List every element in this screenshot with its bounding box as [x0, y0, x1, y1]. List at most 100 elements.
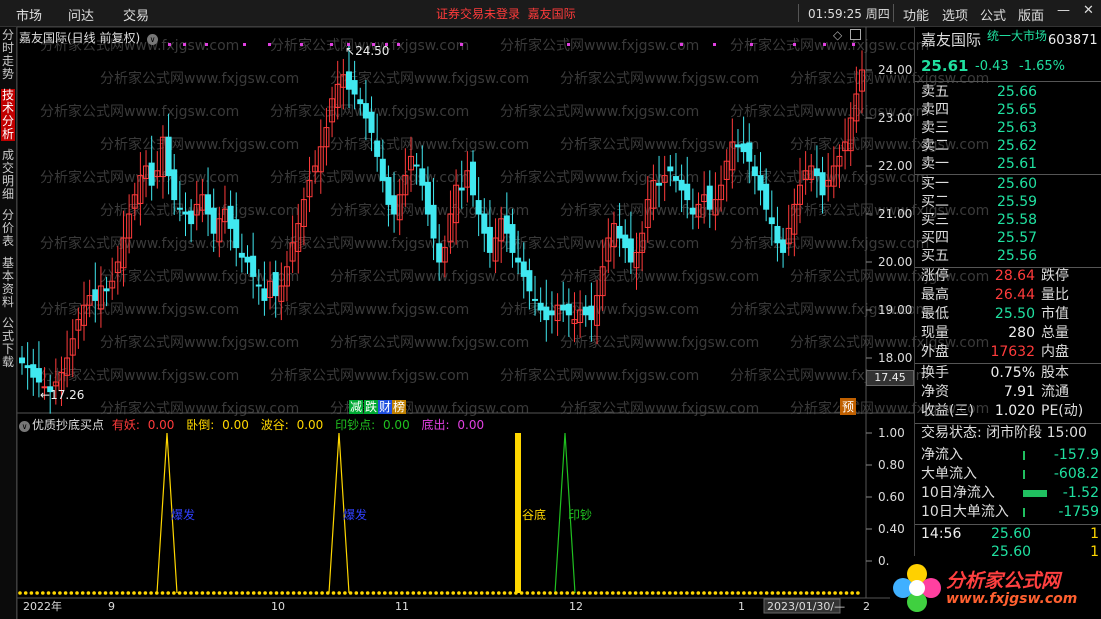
minimize-icon[interactable]: —	[1057, 3, 1070, 18]
chart-title[interactable]: 嘉友国际(日线 前复权) ∨	[19, 29, 159, 46]
close-icon[interactable]: ✕	[1083, 3, 1094, 18]
flow-value: -1.52	[1062, 485, 1099, 501]
flow-value: -157.9	[1053, 447, 1099, 463]
baseline-dot	[251, 591, 256, 595]
indicator-axis: 1.000.800.600.400.20	[866, 426, 905, 568]
candle-body	[486, 226, 493, 253]
baseline-dot	[189, 591, 193, 595]
sidebar-item-intraday[interactable]: 分时走势	[1, 29, 15, 81]
ask-row: 卖四 25.65	[921, 101, 1099, 120]
baseline-dot	[360, 591, 364, 595]
candle-body	[560, 304, 567, 311]
bid-label: 买五	[921, 248, 949, 264]
baseline-dot	[525, 591, 530, 595]
indicator-baseline-dots	[18, 591, 860, 595]
menu-market[interactable]: 市场	[16, 5, 42, 24]
top-marker-dots	[168, 43, 855, 46]
date-tick-label: 2023/01/30/—	[767, 600, 845, 613]
candle-body	[261, 288, 268, 301]
candle-body	[396, 194, 403, 221]
sidebar-item-technical[interactable]: 技术分析	[1, 89, 15, 141]
trade-login-notice[interactable]: 证券交易未登录 嘉友国际	[436, 5, 576, 22]
candle-body	[689, 207, 696, 215]
menu-layout[interactable]: 版面	[1018, 5, 1044, 24]
baseline-dot	[536, 591, 541, 595]
pin-icon[interactable]: ◇	[833, 28, 842, 42]
baseline-dot	[177, 591, 182, 595]
baseline-dot	[217, 591, 222, 595]
baseline-dot	[844, 591, 849, 595]
watermark-logo: 分析家公式网 www.fxjgsw.com	[890, 556, 1101, 619]
candle-body	[368, 111, 375, 133]
candle-body	[131, 194, 138, 209]
baseline-dot	[759, 591, 763, 595]
menu-function[interactable]: 功能	[903, 5, 929, 24]
baseline-dot	[565, 591, 569, 595]
date-tick-label: 9	[108, 600, 115, 613]
window-toggle-icon[interactable]	[850, 29, 861, 40]
candle-body	[458, 187, 465, 191]
signal-label-jian: 减	[349, 400, 364, 414]
clock: 01:59:25 周四	[808, 7, 890, 21]
stat2-label: 净资	[921, 384, 949, 400]
baseline-dot	[605, 591, 609, 595]
baseline-dot	[850, 591, 854, 595]
date-tick-label: 11	[395, 600, 409, 613]
chevron-down-icon[interactable]: ∨	[19, 421, 30, 432]
sidebar-item-profile[interactable]: 基本资料	[1, 257, 15, 309]
baseline-dot	[753, 591, 758, 595]
last-price: 25.61	[921, 57, 969, 75]
watermark-text: 分析家公式网www.fxjgsw.com	[40, 301, 239, 318]
sidebar-item-price-table[interactable]: 分价表	[1, 209, 15, 248]
candle-body	[75, 319, 82, 331]
baseline-dot	[155, 591, 159, 595]
marker-dot	[205, 43, 208, 46]
candle-body	[853, 93, 860, 122]
stat2-row: 净资 7.91 流通	[921, 383, 1099, 402]
quote-header: 嘉友国际 统一大市场 603871	[921, 29, 1099, 50]
baseline-dot	[611, 591, 615, 595]
sidebar-item-formula-download[interactable]: 公式下载	[1, 317, 15, 369]
candle-body	[340, 74, 347, 88]
baseline-dot	[462, 591, 467, 595]
candle-body	[233, 219, 240, 249]
candle-body	[774, 225, 781, 244]
menu-options[interactable]: 选项	[942, 5, 968, 24]
ask-price: 25.61	[997, 156, 1038, 172]
candle-body	[19, 357, 25, 364]
stat-row: 外盘 17632 内盘	[921, 343, 1099, 362]
baseline-dot	[468, 591, 473, 595]
baseline-dot	[422, 591, 427, 595]
menu-formula[interactable]: 公式	[980, 5, 1006, 24]
baseline-dot	[559, 591, 564, 595]
candle-body	[571, 319, 578, 324]
baseline-dot	[52, 591, 56, 595]
baseline-dot	[440, 591, 444, 595]
indicator-title[interactable]: ∨ 优质抄底买点 有妖: 0.00 卧倒: 0.00 波谷: 0.00 印钞点: …	[19, 416, 492, 433]
candle-body	[114, 261, 121, 274]
sidebar-item-deals[interactable]: 成交明细	[1, 149, 15, 201]
watermark-text: 分析家公式网www.fxjgsw.com	[500, 169, 699, 186]
flow-bar	[1023, 508, 1025, 517]
ind-item-yinchaodian: 印钞点: 0.00	[335, 418, 410, 432]
baseline-dot	[388, 591, 393, 595]
menu-trade[interactable]: 交易	[123, 5, 149, 24]
baseline-dot	[371, 591, 376, 595]
menu-wenda[interactable]: 问达	[68, 5, 94, 24]
chevron-down-icon[interactable]: ∨	[147, 34, 159, 45]
stat-row: 现量 280 总量	[921, 324, 1099, 343]
stat-label: 最低	[921, 306, 949, 322]
candle-body	[193, 203, 200, 216]
candle-body	[447, 213, 454, 243]
candle-body	[464, 170, 471, 188]
stat2-label: 换手	[921, 365, 949, 381]
marker-dot	[680, 43, 683, 46]
baseline-dot	[297, 591, 302, 595]
flow-label: 10日大单流入	[921, 504, 1009, 520]
market-label: 统一大市场	[987, 29, 1048, 43]
watermark-text: 分析家公式网www.fxjgsw.com	[100, 202, 299, 219]
baseline-dot	[650, 591, 655, 595]
stat2-label2: 流通	[1041, 384, 1069, 400]
baseline-dot	[126, 591, 131, 595]
flower-logo-icon	[893, 564, 941, 612]
